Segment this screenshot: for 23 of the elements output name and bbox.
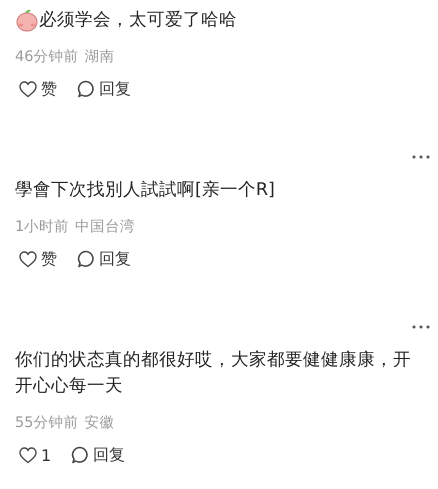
comment-time: 55分钟前 — [15, 414, 78, 433]
like-button[interactable]: 1 — [19, 446, 52, 464]
comment-location: 安徽 — [84, 414, 114, 433]
comment-time: 46分钟前 — [15, 48, 78, 67]
like-button[interactable]: 赞 — [19, 248, 57, 270]
comment-icon — [77, 250, 95, 268]
comment-time: 1小时前 — [15, 218, 70, 237]
heart-icon — [19, 446, 37, 464]
heart-icon — [19, 250, 37, 268]
reply-button[interactable]: 回复 — [77, 78, 131, 100]
comment-text: 你们的状态真的都很好哎，大家都要健健康康，开开心心每一天 — [15, 349, 412, 398]
comment-text: 學會下次找別人試試啊[亲一个R] — [15, 179, 275, 202]
reply-button[interactable]: 回复 — [77, 248, 131, 270]
heart-icon — [19, 80, 37, 98]
like-button[interactable]: 赞 — [19, 78, 57, 100]
comment-location: 中国台湾 — [75, 218, 136, 237]
reply-button[interactable]: 回复 — [71, 444, 126, 466]
comment-location: 湖南 — [84, 48, 114, 67]
more-icon[interactable] — [412, 325, 430, 329]
comment-text: 必须学会，太可爱了哈哈 — [39, 9, 237, 32]
more-icon[interactable] — [412, 155, 430, 159]
comment-icon — [77, 80, 95, 98]
comment-icon — [71, 446, 90, 464]
